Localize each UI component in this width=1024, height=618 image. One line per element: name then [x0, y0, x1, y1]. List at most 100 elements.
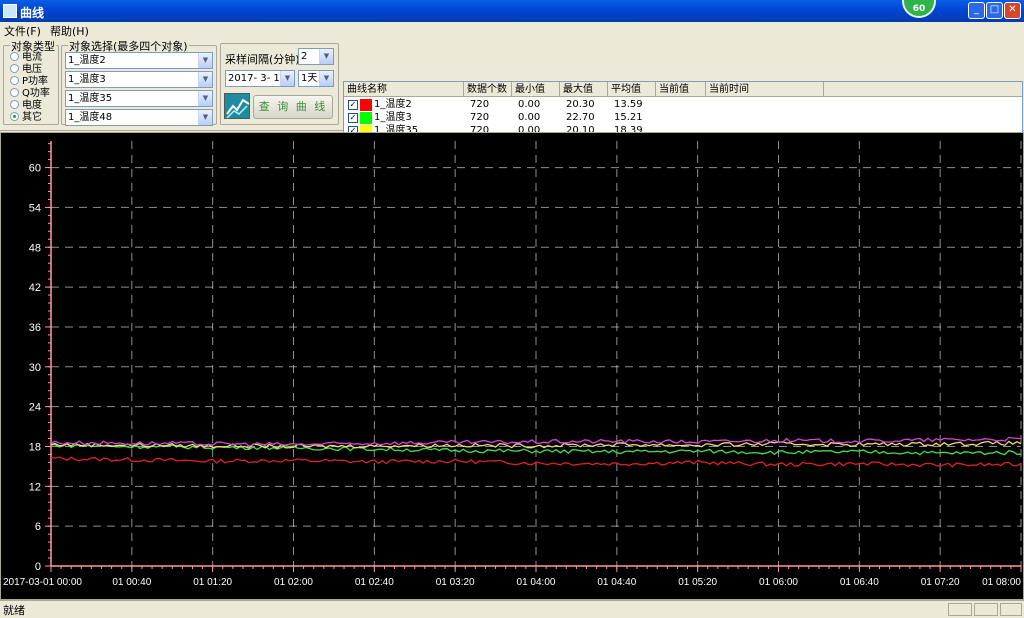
cell-avg: 13.59: [614, 99, 643, 110]
chart-icon[interactable]: [224, 93, 250, 119]
notification-badge: 60: [902, 0, 936, 18]
radio-option[interactable]: P功率: [10, 76, 48, 87]
cell-count: 720: [470, 99, 490, 110]
col-min[interactable]: 最小值: [512, 82, 560, 97]
col-name[interactable]: 曲线名称: [344, 82, 464, 97]
object-combo-1[interactable]: 1_温度2 ▼: [65, 52, 213, 69]
y-tick-label: 18: [29, 441, 41, 453]
y-tick-label: 48: [29, 242, 41, 254]
cell-min: 0.00: [518, 99, 541, 110]
x-tick-label: 2017-03-01 00:00: [3, 577, 82, 588]
checkbox-icon[interactable]: ✓: [348, 100, 358, 110]
radio-icon[interactable]: [10, 52, 19, 61]
radio-label: P功率: [22, 76, 49, 87]
radio-icon[interactable]: [10, 100, 19, 109]
status-pane: [948, 603, 972, 616]
menu-help[interactable]: 帮助(H): [50, 23, 89, 39]
minimize-button[interactable]: _: [968, 2, 985, 19]
chevron-down-icon: ▼: [319, 49, 333, 64]
table-row[interactable]: ✓ 1_温度2 720 0.00 20.30 13.59: [344, 98, 1022, 112]
cell-max: 22.70: [566, 112, 595, 123]
y-tick-label: 6: [35, 521, 41, 533]
x-tick-label: 01 06:00: [759, 577, 798, 588]
status-bar: 就绪: [0, 600, 1024, 617]
object-combo-4[interactable]: 1_温度48 ▼: [65, 109, 213, 126]
y-tick-label: 36: [29, 322, 41, 334]
radio-icon[interactable]: [10, 88, 19, 97]
radio-label: 电度: [22, 100, 42, 111]
tool-panel: 对象类型 电流 电压 P功率 Q功率 电度 其它 对象选择(最多四个对象) 1_温度2 ▼ …: [0, 38, 1024, 165]
object-combo-3[interactable]: 1_温度35 ▼: [65, 90, 213, 107]
window-title: 曲线: [20, 6, 45, 20]
radio-icon[interactable]: [10, 112, 19, 121]
radio-icon[interactable]: [10, 76, 19, 85]
span-combo[interactable]: 1天 ▼: [298, 70, 334, 87]
col-count[interactable]: 数据个数: [464, 82, 512, 97]
y-tick-label: 12: [29, 481, 41, 493]
object-combo-2-value: 1_温度3: [68, 74, 106, 85]
x-tick-label: 01 02:40: [355, 577, 394, 588]
interval-combo[interactable]: 2 ▼: [298, 48, 334, 65]
y-tick-label: 0: [35, 561, 41, 573]
radio-label: 电压: [22, 64, 42, 75]
x-tick-label: 01 04:40: [597, 577, 636, 588]
col-current[interactable]: 当前值: [656, 82, 706, 97]
chevron-down-icon: ▼: [319, 71, 333, 86]
cell-name: 1_温度2: [374, 99, 412, 110]
radio-label: 电流: [22, 52, 42, 63]
trend-chart: 0 6 12 18 24 30 36 42 48 54 60 2017-03-01 00:00 01 0…: [3, 141, 1022, 588]
x-tick-label: 01 03:20: [436, 577, 475, 588]
menu-file[interactable]: 文件(F): [4, 23, 41, 39]
radio-option[interactable]: 其它: [10, 112, 42, 123]
radio-label: Q功率: [22, 88, 50, 99]
x-tick-label: 01 00:40: [112, 577, 151, 588]
radio-label: 其它: [22, 112, 42, 123]
cell-min: 0.00: [518, 112, 541, 123]
object-type-group: 对象类型 电流 电压 P功率 Q功率 电度 其它: [3, 38, 59, 125]
date-value: 2017- 3- 1: [228, 73, 280, 84]
radio-icon[interactable]: [10, 64, 19, 73]
x-tick-label: 01 04:00: [517, 577, 556, 588]
chevron-down-icon: ▼: [198, 91, 212, 106]
color-swatch: [360, 99, 372, 111]
col-max[interactable]: 最大值: [560, 82, 608, 97]
y-tick-label: 54: [29, 202, 41, 214]
span-value: 1天: [301, 73, 318, 84]
y-tick-label: 60: [29, 163, 41, 175]
interval-value: 2: [301, 51, 308, 62]
cell-max: 20.30: [566, 99, 595, 110]
checkbox-icon[interactable]: ✓: [348, 113, 358, 123]
radio-option[interactable]: 电流: [10, 52, 42, 63]
x-tick-label: 01 07:20: [921, 577, 960, 588]
x-tick-label: 01 08:00: [982, 577, 1021, 588]
title-bar: 曲线 60 _ □ ✕: [0, 0, 1024, 22]
chevron-down-icon: ▼: [280, 71, 294, 86]
menu-bar: 文件(F) 帮助(H): [0, 22, 1024, 39]
x-tick-label: 01 01:20: [193, 577, 232, 588]
maximize-button[interactable]: □: [986, 2, 1003, 19]
object-combo-3-value: 1_温度35: [68, 93, 113, 104]
radio-option[interactable]: 电度: [10, 100, 42, 111]
object-combo-2[interactable]: 1_温度3 ▼: [65, 71, 213, 88]
cell-avg: 15.21: [614, 112, 643, 123]
y-tick-label: 42: [29, 282, 41, 294]
radio-option[interactable]: 电压: [10, 64, 42, 75]
x-tick-label: 01 06:40: [840, 577, 879, 588]
sampling-label: 采样间隔(分钟): [225, 53, 300, 66]
app-icon: [3, 4, 17, 18]
status-pane: [974, 603, 998, 616]
object-combo-4-value: 1_温度48: [68, 112, 113, 123]
table-row[interactable]: ✓ 1_温度3 720 0.00 22.70 15.21: [344, 111, 1022, 125]
status-pane: [1000, 603, 1022, 616]
chevron-down-icon: ▼: [198, 110, 212, 125]
object-combo-1-value: 1_温度2: [68, 55, 106, 66]
query-curve-button[interactable]: 查 询 曲 线: [253, 95, 333, 119]
y-tick-label: 30: [29, 362, 41, 374]
radio-option[interactable]: Q功率: [10, 88, 50, 99]
close-button[interactable]: ✕: [1004, 2, 1021, 19]
col-avg[interactable]: 平均值: [608, 82, 656, 97]
col-current-time[interactable]: 当前时间: [706, 82, 824, 97]
chevron-down-icon: ▼: [198, 72, 212, 87]
date-picker[interactable]: 2017- 3- 1 ▼: [225, 70, 295, 87]
object-select-group: 对象选择(最多四个对象) 1_温度2 ▼ 1_温度3 ▼ 1_温度35 ▼ 1_温度4…: [61, 38, 217, 126]
